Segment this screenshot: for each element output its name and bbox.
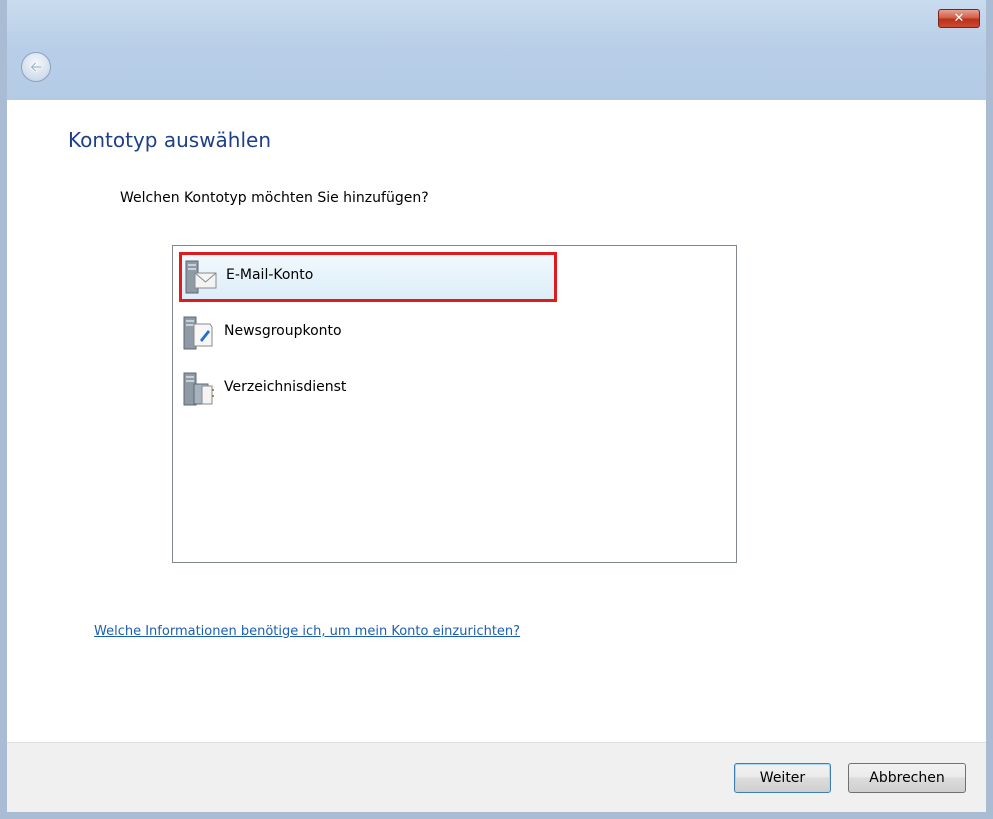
directory-service-icon bbox=[183, 372, 214, 406]
list-item-label: Verzeichnisdienst bbox=[224, 379, 347, 395]
help-link[interactable]: Welche Informationen benötige ich, um me… bbox=[94, 624, 520, 639]
cancel-button[interactable]: Abbrechen bbox=[848, 763, 966, 793]
close-button[interactable]: ✕ bbox=[938, 9, 980, 28]
list-item-directory-service[interactable]: Verzeichnisdienst bbox=[176, 364, 726, 414]
title-bar: ✕ bbox=[7, 0, 986, 100]
close-icon: ✕ bbox=[953, 11, 965, 26]
list-item-email-account[interactable]: E-Mail-Konto bbox=[179, 252, 557, 302]
email-account-icon bbox=[185, 260, 217, 294]
list-item-newsgroup-account[interactable]: Newsgroupkonto bbox=[176, 308, 726, 358]
dialog-footer: Weiter Abbrechen bbox=[7, 742, 986, 812]
account-type-list[interactable]: E-Mail-Konto Newsgroupkonto Verzeichnisd… bbox=[172, 245, 737, 563]
list-item-label: Newsgroupkonto bbox=[224, 323, 342, 339]
page-title: Kontotyp auswählen bbox=[68, 128, 272, 152]
list-item-label: E-Mail-Konto bbox=[226, 267, 314, 283]
back-arrow-icon bbox=[30, 61, 43, 73]
account-type-question: Welchen Kontotyp möchten Sie hinzufügen? bbox=[120, 190, 429, 206]
next-button[interactable]: Weiter bbox=[734, 763, 831, 793]
add-account-dialog: ✕ Kontotyp auswählen Welchen Kontotyp mö… bbox=[0, 0, 993, 819]
newsgroup-account-icon bbox=[183, 316, 213, 350]
back-button[interactable] bbox=[21, 52, 51, 82]
